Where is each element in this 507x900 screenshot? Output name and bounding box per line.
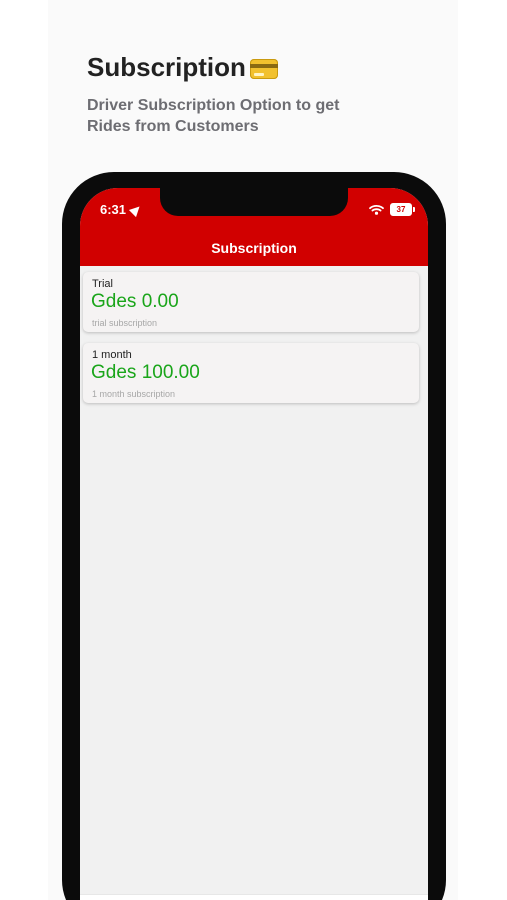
subscription-description: trial subscription [92,318,158,328]
promo-page: Subscription Driver Subscription Option … [0,0,507,900]
subscription-price: Gdes 100.00 [91,362,200,383]
subscription-price: Gdes 0.00 [91,291,179,312]
status-indicators: 37 [369,203,415,216]
wifi-icon [369,204,384,215]
phone-frame: 6:31 37 Subscription Trial Gdes 0.00 tri… [62,172,446,900]
status-time-group: 6:31 [100,202,144,217]
app-screen: 6:31 37 Subscription Trial Gdes 0.00 tri… [80,188,428,900]
subscription-card-trial[interactable]: Trial Gdes 0.00 trial subscription [83,272,419,332]
credit-card-icon [249,58,278,79]
promo-subtitle: Driver Subscription Option to get Rides … [87,97,340,135]
bottom-tab-bar [80,894,428,900]
header-title: Subscription [211,240,297,256]
promo-title-row: Subscription [87,52,278,83]
location-arrow-icon [128,202,144,217]
subscription-name: 1 month [92,349,132,361]
subscription-name: Trial [92,278,113,290]
status-time: 6:31 [100,202,127,217]
phone-notch [160,188,348,216]
subscription-card-1-month[interactable]: 1 month Gdes 100.00 1 month subscription [83,343,419,403]
subscription-description: 1 month subscription [92,389,176,399]
battery-indicator: 37 [390,203,415,216]
promo-title: Subscription [87,52,246,82]
subscription-list: Trial Gdes 0.00 trial subscription 1 mon… [83,272,423,414]
